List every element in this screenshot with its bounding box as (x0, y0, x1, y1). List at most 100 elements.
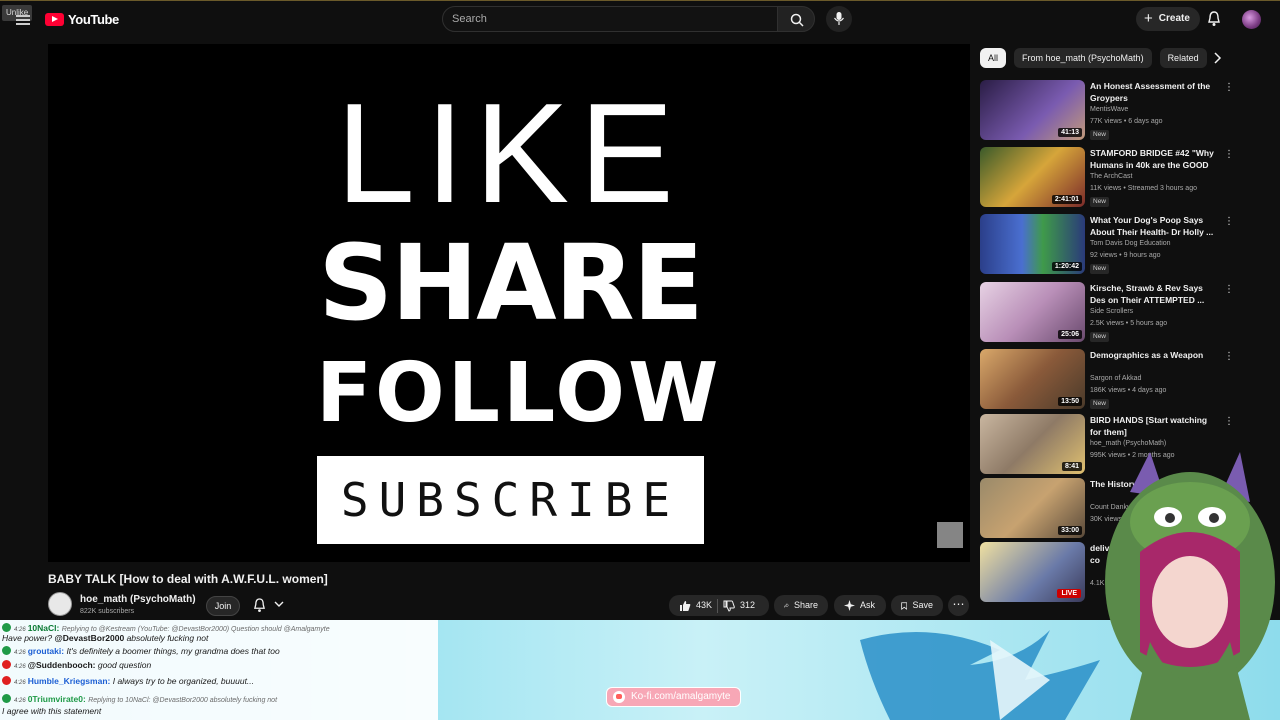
video-thumbnail[interactable]: 8:41 (980, 414, 1085, 474)
more-options-icon[interactable]: ⋮ (1224, 351, 1234, 362)
youtube-logo[interactable]: YouTube (45, 12, 119, 27)
dislike-count[interactable]: 312 (740, 595, 755, 616)
duration-badge: 13:50 (1058, 397, 1082, 406)
chat-message: 4:26 Humble_Kriegsman: I always try to be… (2, 676, 254, 686)
chip-all[interactable]: All (980, 48, 1007, 68)
video-thumbnail[interactable]: 13:50 (980, 349, 1085, 409)
share-button[interactable]: Share (774, 595, 828, 616)
promo-subscribe-text: SUBSCRIBE (317, 456, 704, 544)
chat-username: groutaki: (27, 646, 65, 656)
video-title-link[interactable]: BIRD HANDS [Start watching for them] (1090, 414, 1216, 438)
search-icon (790, 13, 804, 27)
thumbs-down-icon[interactable] (723, 600, 735, 612)
channel-name[interactable]: hoe_math (PsychoMath) (1090, 440, 1166, 447)
platform-icon (2, 646, 11, 655)
recommended-video[interactable]: 25:06 Kirsche, Strawb & Rev Says Des on … (980, 282, 1234, 342)
channel-name[interactable]: Sargon of Akkad (1090, 375, 1141, 382)
chat-username: @Suddenbooch: (27, 660, 96, 670)
promo-follow-text: FOLLOW (316, 346, 722, 441)
promo-share-text: SHARE (318, 222, 704, 344)
platform-icon (2, 660, 11, 669)
search-button[interactable] (777, 6, 815, 32)
chat-text: It's definitely a boomer things, my gran… (66, 646, 280, 656)
chat-username: 10NaCl: (27, 623, 60, 633)
duration-badge: 41:13 (1058, 128, 1082, 137)
video-thumbnail[interactable]: LIVE (980, 542, 1085, 602)
dragon-mascot-graphic (860, 630, 1100, 720)
masthead: Unlike YouTube Search + Create (0, 0, 1280, 38)
new-badge: New (1090, 399, 1110, 409)
video-meta: 186K views • 4 days ago (1090, 387, 1167, 394)
chevron-right-icon[interactable] (1212, 52, 1222, 64)
channel-name[interactable]: MentisWave (1090, 106, 1128, 113)
channel-name[interactable]: Tom Davis Dog Education (1090, 240, 1171, 247)
channel-name[interactable]: Side Scrollers (1090, 308, 1133, 315)
channel-avatar[interactable] (48, 592, 72, 616)
video-meta: 2.5K views • 5 hours ago (1090, 320, 1168, 327)
channel-watermark[interactable] (937, 522, 963, 548)
chat-message: 4:26 @Suddenbooch: good question (2, 660, 151, 670)
chip-related[interactable]: Related (1159, 48, 1207, 68)
recommended-video[interactable]: 13:50 Demographics as a Weapon Sargon of… (980, 349, 1234, 409)
video-thumbnail[interactable]: 25:06 (980, 282, 1085, 342)
video-thumbnail[interactable]: 2:41:01 (980, 147, 1085, 207)
video-title-link[interactable]: An Honest Assessment of the Groypers (1090, 80, 1216, 104)
share-icon (784, 603, 789, 608)
chat-text: I agree with this statement (2, 706, 102, 716)
voice-search-button[interactable] (826, 6, 852, 32)
duration-badge: 33:00 (1058, 526, 1082, 535)
platform-icon (2, 694, 11, 703)
channel-name[interactable]: The ArchCast (1090, 173, 1132, 180)
filter-chips: All From hoe_math (PsychoMath) Related (980, 48, 1207, 68)
chat-reply-quote: Replying to @Kestream (YouTube: @DevastB… (61, 626, 330, 633)
chat-text: good question (97, 660, 152, 670)
create-label: Create (1158, 13, 1190, 24)
recommended-video[interactable]: 2:41:01 STAMFORD BRIDGE #42 "Why Humans … (980, 147, 1234, 207)
more-options-icon[interactable]: ⋮ (1224, 416, 1234, 427)
account-avatar[interactable] (1242, 10, 1261, 29)
recommended-video[interactable]: 1:20:42 What Your Dog's Poop Says About … (980, 214, 1234, 274)
new-badge: New (1090, 264, 1110, 274)
video-player[interactable]: LIKE SHARE FOLLOW SUBSCRIBE (48, 44, 970, 562)
video-title-link[interactable]: What Your Dog's Poop Says About Their He… (1090, 214, 1216, 238)
subscriber-count: 822K subscribers (80, 608, 135, 615)
promo-like-text: LIKE (336, 74, 684, 233)
video-thumbnail[interactable]: 1:20:42 (980, 214, 1085, 274)
save-button[interactable]: Save (891, 595, 943, 616)
promo-graphic: LIKE SHARE FOLLOW SUBSCRIBE (316, 74, 722, 544)
video-thumbnail[interactable]: 41:13 (980, 80, 1085, 140)
chip-from-channel[interactable]: From hoe_math (PsychoMath) (1014, 48, 1152, 68)
hamburger-menu-icon[interactable] (16, 15, 30, 27)
like-dislike-group: 43K 312 (669, 595, 769, 616)
channel-name[interactable]: hoe_math (PsychoMath) (80, 594, 196, 605)
chevron-down-icon[interactable] (274, 600, 284, 608)
more-options-icon[interactable]: ⋮ (1224, 82, 1234, 93)
notifications-bell-icon[interactable] (1207, 11, 1221, 27)
thumbs-up-icon[interactable] (679, 600, 691, 612)
platform-icon (2, 623, 11, 632)
video-thumbnail[interactable]: 33:00 (980, 478, 1085, 538)
video-meta: 92 views • 9 hours ago (1090, 252, 1161, 259)
search-input[interactable]: Search (442, 6, 778, 32)
ask-button[interactable]: Ask (834, 595, 886, 616)
join-button[interactable]: Join (206, 596, 240, 616)
create-button[interactable]: + Create (1136, 7, 1200, 31)
chat-timestamp: 4:26 (14, 680, 26, 686)
sparkle-icon (844, 600, 855, 611)
more-actions-icon[interactable]: ⋯ (948, 595, 969, 616)
more-options-icon[interactable]: ⋮ (1224, 216, 1234, 227)
plus-icon: + (1144, 10, 1153, 27)
video-title-link[interactable]: STAMFORD BRIDGE #42 "Why Humans in 40k a… (1090, 147, 1216, 171)
like-divider (717, 598, 719, 613)
more-options-icon[interactable]: ⋮ (1224, 284, 1234, 295)
new-badge: New (1090, 332, 1110, 342)
stream-chat-panel: 4:26 10NaCl: Replying to @Kestream (YouTu… (0, 620, 438, 720)
video-title-link[interactable]: Kirsche, Strawb & Rev Says Des on Their … (1090, 282, 1216, 306)
kofi-banner: Ko-fi.com/amalgamyte (606, 687, 742, 707)
more-options-icon[interactable]: ⋮ (1224, 149, 1234, 160)
subscription-bell-icon[interactable] (253, 598, 266, 613)
recommended-video[interactable]: 41:13 An Honest Assessment of the Groype… (980, 80, 1234, 140)
like-count[interactable]: 43K (696, 595, 712, 616)
video-title-link[interactable]: Demographics as a Weapon (1090, 349, 1216, 361)
chat-timestamp: 4:26 (14, 698, 26, 704)
